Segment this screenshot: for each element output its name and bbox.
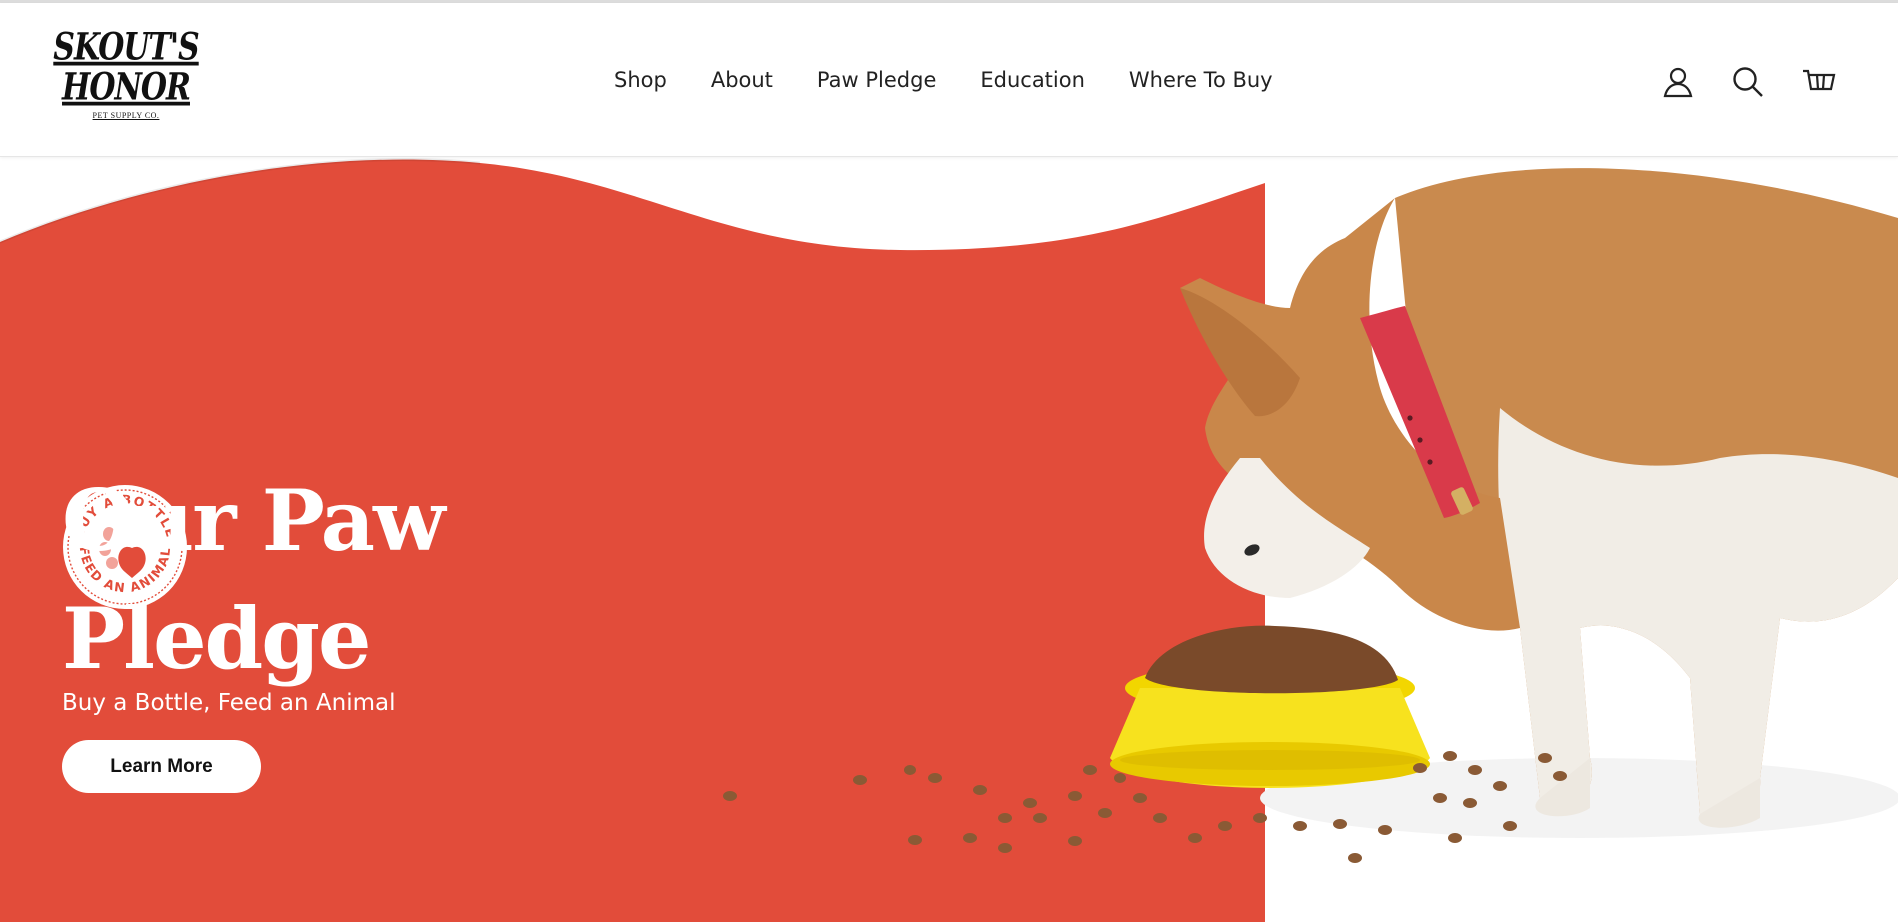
search-icon[interactable] — [1731, 65, 1765, 99]
site-header: SKOUT'S HONOR PET SUPPLY CO. Shop About … — [0, 3, 1898, 157]
logo-line-1: SKOUT'S — [53, 25, 199, 70]
cart-icon[interactable] — [1802, 65, 1836, 99]
nav-item-shop[interactable]: Shop — [614, 65, 667, 95]
hero-title-line-1: Our Paw — [62, 471, 445, 570]
nav-item-paw-pledge[interactable]: Paw Pledge — [817, 65, 936, 95]
hero-subtitle: Buy a Bottle, Feed an Animal — [62, 690, 396, 716]
logo-line-2: HONOR — [62, 65, 191, 110]
nav-item-education[interactable]: Education — [980, 65, 1085, 95]
learn-more-button[interactable]: Learn More — [62, 740, 261, 793]
brand-logo[interactable]: SKOUT'S HONOR PET SUPPLY CO. — [53, 26, 199, 133]
hero-title-line-2: Pledge — [62, 589, 371, 688]
account-icon[interactable] — [1661, 65, 1695, 99]
hero-title: Our Paw Pledge — [62, 462, 582, 698]
nav-item-where-to-buy[interactable]: Where To Buy — [1129, 65, 1273, 95]
hero-banner: BUY A BOTTLE FEED AN ANIMAL Our Paw Pled… — [0, 158, 1898, 922]
nav-item-about[interactable]: About — [711, 65, 773, 95]
logo-tagline: PET SUPPLY CO. — [92, 111, 160, 120]
main-nav: Shop About Paw Pledge Education Where To… — [614, 65, 1273, 95]
